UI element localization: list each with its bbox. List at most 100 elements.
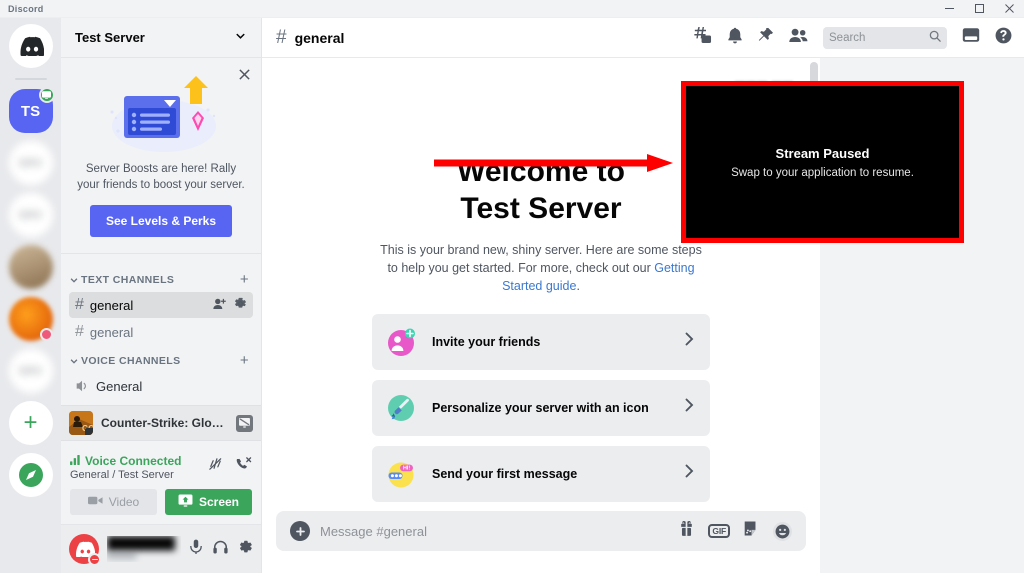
members-icon[interactable]	[789, 28, 808, 48]
add-server-label: +	[23, 409, 37, 437]
explore-servers-button[interactable]	[9, 453, 53, 497]
help-icon[interactable]	[995, 27, 1012, 49]
maximize-icon[interactable]	[964, 0, 994, 17]
close-icon[interactable]	[238, 68, 251, 86]
voice-status: Voice Connected	[70, 454, 207, 468]
welcome-description: This is your brand new, shiny server. He…	[376, 241, 706, 295]
pin-icon[interactable]	[758, 27, 774, 49]
search-icon	[929, 29, 941, 47]
sidebar-item-server-4[interactable]	[9, 245, 53, 289]
category-voice-channels[interactable]: VOICE CHANNELS +	[61, 349, 261, 372]
sidebar-item-channel-general-2[interactable]: # general	[69, 319, 253, 345]
video-button[interactable]: Video	[70, 489, 157, 515]
microphone-icon[interactable]	[189, 539, 203, 559]
server-status-dot	[40, 328, 53, 341]
game-activity-row[interactable]: GO Counter-Strike: Global ...	[61, 405, 261, 441]
chevron-down-icon	[69, 275, 79, 285]
see-levels-perks-button[interactable]: See Levels & Perks	[90, 205, 232, 237]
category-text-channels[interactable]: TEXT CHANNELS +	[61, 268, 261, 291]
gift-icon[interactable]	[678, 520, 695, 542]
category-label: VOICE CHANNELS	[81, 355, 240, 367]
message-composer: GIF	[262, 511, 820, 573]
sidebar-item-server-2[interactable]: SRV	[9, 141, 53, 185]
sidebar-item-test-server[interactable]: TS	[9, 89, 53, 133]
svg-text:HI!: HI!	[403, 465, 410, 471]
sidebar-item-voice-general[interactable]: General	[69, 373, 253, 399]
sidebar-item-server-6[interactable]: SRV	[9, 349, 53, 393]
card-personalize-server[interactable]: Personalize your server with an icon	[372, 380, 710, 436]
chevron-right-icon	[683, 463, 696, 484]
welcome-title-line1: Welcome to	[457, 155, 625, 188]
sidebar-item-server-3[interactable]: SRV	[9, 193, 53, 237]
screen-share-button-label: Screen	[199, 495, 239, 509]
card-send-first-message[interactable]: HI! Send your first message	[372, 446, 710, 502]
invite-friends-icon	[386, 327, 416, 357]
channel-list: TEXT CHANNELS + # general	[61, 254, 261, 447]
gif-icon[interactable]: GIF	[708, 524, 730, 539]
voice-status-label: Voice Connected	[85, 454, 181, 468]
user-identity[interactable]: ████████ #0000	[107, 536, 181, 562]
channel-header: # general	[262, 18, 1024, 58]
chat-bubble-icon: HI!	[386, 459, 416, 489]
chevron-right-icon	[683, 397, 696, 418]
window-title: Discord	[0, 4, 44, 14]
category-label: TEXT CHANNELS	[81, 274, 240, 286]
stream-paused-subtitle: Swap to your application to resume.	[731, 167, 914, 179]
stream-paused-overlay[interactable]: Stream Paused Swap to your application t…	[681, 81, 964, 243]
user-panel: ████████ #0000	[61, 525, 261, 573]
hash-icon: #	[276, 27, 287, 49]
sticker-icon[interactable]	[743, 520, 760, 542]
channel-label: general	[90, 298, 213, 313]
onboarding-cards: Invite your friends	[372, 314, 710, 502]
discord-home-icon	[9, 24, 53, 68]
server-icon-2: SRV	[9, 141, 53, 185]
screen-share-button[interactable]: Screen	[165, 489, 252, 515]
plus-icon: +	[9, 401, 53, 445]
close-icon[interactable]	[994, 0, 1024, 17]
username-label: ████████	[107, 536, 181, 550]
voice-connection-panel: Voice Connected General / Test Server	[61, 447, 261, 525]
stop-streaming-icon[interactable]	[236, 415, 253, 432]
gear-icon[interactable]	[234, 297, 247, 313]
attach-file-icon[interactable]	[290, 521, 310, 541]
camera-icon	[88, 495, 103, 509]
add-text-channel-icon[interactable]: +	[240, 272, 253, 287]
card-label: Personalize your server with an icon	[432, 401, 667, 415]
add-member-icon[interactable]	[213, 298, 227, 313]
server-rail: TS SRV SRV SRV	[0, 18, 61, 573]
welcome-description-part2: .	[576, 279, 579, 293]
headphones-icon[interactable]	[213, 540, 228, 559]
screen-share-badge-icon	[39, 87, 55, 103]
bell-icon[interactable]	[727, 27, 743, 49]
channel-sidebar: Test Server	[61, 18, 262, 573]
search-input[interactable]	[829, 32, 925, 44]
card-invite-friends[interactable]: Invite your friends	[372, 314, 710, 370]
chevron-down-icon	[69, 356, 79, 366]
threads-icon[interactable]	[693, 26, 712, 49]
disconnect-call-icon[interactable]	[235, 456, 252, 477]
emoji-icon[interactable]	[773, 522, 792, 541]
server-icon-6: SRV	[9, 349, 53, 393]
add-server-button[interactable]: +	[9, 401, 53, 445]
sidebar-item-server-5[interactable]	[9, 297, 53, 341]
server-header-dropdown[interactable]: Test Server	[61, 18, 261, 58]
inbox-icon[interactable]	[962, 27, 980, 48]
minimize-icon[interactable]	[934, 0, 964, 17]
server-icon-4	[9, 245, 53, 289]
add-voice-channel-icon[interactable]: +	[240, 353, 253, 368]
card-label: Invite your friends	[432, 335, 667, 349]
rail-divider	[15, 78, 47, 80]
message-input[interactable]	[320, 524, 668, 539]
video-button-label: Video	[109, 495, 139, 509]
avatar[interactable]	[69, 534, 99, 564]
sidebar-item-channel-general-active[interactable]: # general	[69, 292, 253, 318]
window-controls	[934, 0, 1024, 17]
window-titlebar: Discord	[0, 0, 1024, 18]
compass-icon	[9, 453, 53, 497]
noise-suppression-icon[interactable]	[207, 456, 224, 477]
boost-description: Server Boosts are here! Rally your frien…	[71, 162, 251, 193]
home-button[interactable]	[9, 24, 53, 68]
gear-icon[interactable]	[238, 539, 253, 559]
search-box[interactable]	[823, 27, 947, 49]
server-boost-card: Server Boosts are here! Rally your frien…	[61, 58, 261, 254]
